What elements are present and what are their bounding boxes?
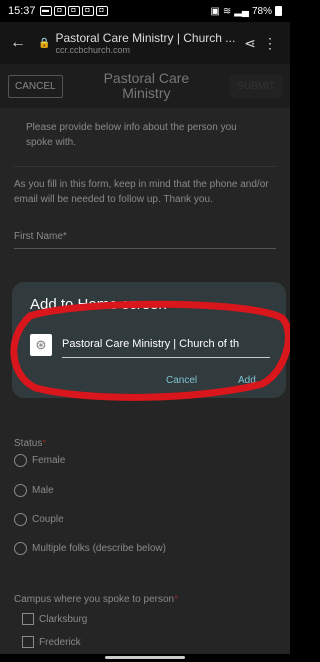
note-text: As you fill in this form, keep in mind t… [14, 179, 269, 205]
first-name-field[interactable] [14, 248, 276, 249]
nfc-icon: ▣ [210, 5, 220, 17]
campus-label: Campus where you spoke to person* [14, 594, 178, 605]
radio-icon[interactable] [14, 513, 27, 526]
checkbox-icon[interactable] [22, 636, 34, 648]
dialog-title: Add to Home screen [30, 296, 167, 313]
notification-icon: ◘ [67, 6, 80, 16]
notification-icon: ◘ [81, 6, 94, 16]
notification-icons: ▬ ◘ ◘ ◘ ◘ [39, 6, 108, 16]
status-bar: 15:37 ▬ ◘ ◘ ◘ ◘ ▣ ≋ ▂▄ 78% [0, 0, 290, 22]
intro-text: Please provide below info about the pers… [26, 122, 237, 148]
page-url: ccr.ccbchurch.com [55, 45, 130, 55]
gesture-bar [0, 654, 290, 662]
campus-option-clarksburg[interactable]: Clarksburg [22, 613, 87, 625]
input-underline [62, 357, 270, 358]
status-option-male[interactable]: Male [14, 484, 54, 497]
status-option-female[interactable]: Female [14, 454, 65, 467]
battery-icon [275, 6, 282, 16]
form-title: Pastoral Care Ministry [103, 70, 190, 101]
home-handle[interactable] [105, 656, 185, 659]
status-label: Status* [14, 438, 47, 449]
radio-icon[interactable] [14, 542, 27, 555]
dialog-add-button[interactable]: Add [238, 375, 256, 386]
battery-level: 78% [251, 5, 272, 17]
notification-icon: ◘ [53, 6, 66, 16]
cancel-button[interactable]: CANCEL [8, 74, 63, 98]
radio-icon[interactable] [14, 484, 27, 497]
status-option-couple[interactable]: Couple [14, 513, 64, 526]
notification-icon: ▬ [39, 6, 52, 16]
campus-option-frederick[interactable]: Frederick [22, 636, 81, 648]
add-to-home-dialog: Add to Home screen ⊛ Pastoral Care Minis… [12, 282, 286, 398]
address-bar[interactable]: Pastoral Care Ministry | Church ... ccr.… [55, 31, 240, 55]
dialog-cancel-button[interactable]: Cancel [166, 375, 197, 386]
site-icon: ⊛ [30, 334, 52, 356]
first-name-label: First Name* [14, 231, 67, 242]
more-options-icon[interactable]: ⋮ [260, 35, 280, 52]
divider [14, 166, 276, 167]
page-title: Pastoral Care Ministry | Church ... [55, 31, 236, 45]
radio-icon[interactable] [14, 454, 27, 467]
form-header: CANCEL Pastoral Care Ministry SUBMIT [0, 64, 290, 108]
status-option-multiple[interactable]: Multiple folks (describe below) [14, 542, 166, 555]
submit-button[interactable]: SUBMIT [230, 74, 282, 98]
share-icon[interactable]: ⋖ [240, 35, 260, 52]
lock-icon[interactable]: 🔒 [38, 38, 50, 49]
browser-toolbar: ← 🔒 Pastoral Care Ministry | Church ... … [0, 22, 290, 64]
wifi-icon: ≋ [222, 5, 232, 17]
clock: 15:37 [8, 5, 36, 17]
back-arrow-icon[interactable]: ← [10, 34, 38, 52]
checkbox-icon[interactable] [22, 613, 34, 625]
shortcut-name-input[interactable]: Pastoral Care Ministry | Church of th [62, 338, 270, 350]
notification-icon: ◘ [95, 6, 108, 16]
signal-icon: ▂▄ [234, 5, 249, 17]
system-icons: ▣ ≋ ▂▄ 78% [210, 6, 282, 17]
